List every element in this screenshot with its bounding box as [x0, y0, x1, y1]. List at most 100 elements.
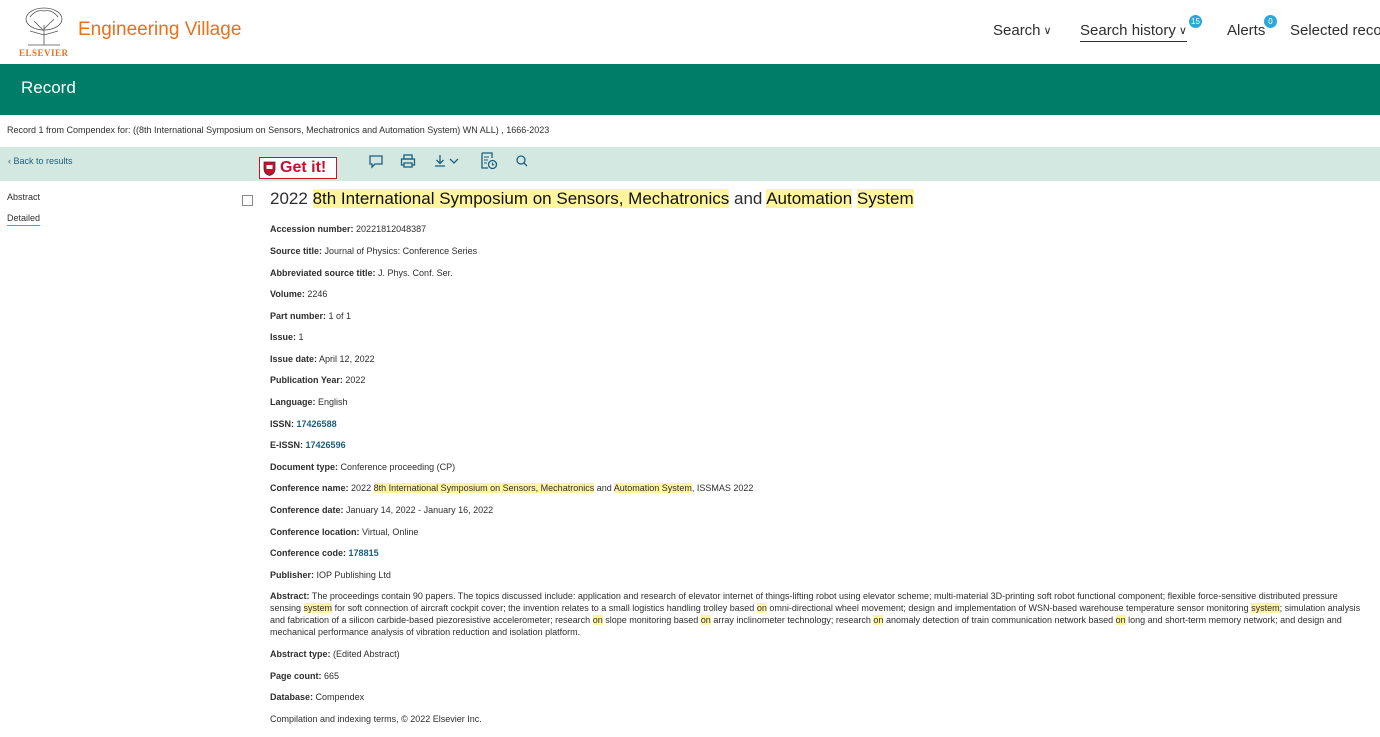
title-year: 2022	[270, 189, 308, 208]
field-label: E-ISSN:	[270, 440, 304, 450]
field-value: and	[596, 483, 612, 493]
field-source-title: Source title: Journal of Physics: Confer…	[270, 246, 477, 256]
field-label: Issue date:	[270, 354, 318, 364]
issn-link[interactable]: 17426588	[297, 419, 337, 429]
sidebar-item-abstract[interactable]: Abstract	[7, 192, 40, 202]
download-icon[interactable]	[433, 153, 463, 169]
field-label: Issue:	[270, 332, 297, 342]
field-value-highlight: 8th International Symposium on Sensors, …	[373, 483, 595, 493]
conference-code-link[interactable]: 178815	[349, 548, 379, 558]
title-highlight-1: 8th International Symposium on Sensors, …	[312, 189, 730, 208]
field-label: Conference name:	[270, 483, 349, 493]
nav-search-history[interactable]: Search history ∨	[1080, 22, 1187, 42]
field-value: April 12, 2022	[319, 354, 375, 364]
field-page-count: Page count: 665	[270, 671, 339, 681]
search-icon[interactable]	[514, 153, 530, 169]
field-conference-code: Conference code: 178815	[270, 548, 379, 558]
field-value: 2246	[307, 289, 328, 299]
field-value: Compendex	[315, 692, 365, 702]
field-value: 20221812048387	[356, 224, 427, 234]
shield-icon	[263, 161, 276, 176]
abstract-text: anomaly detection of train communication…	[885, 615, 1114, 625]
field-publication-year: Publication Year: 2022	[270, 375, 365, 385]
abstract-text: slope monitoring based	[605, 615, 699, 625]
title-highlight-3: System	[856, 189, 914, 208]
abstract-highlight: on	[756, 603, 767, 613]
field-value-highlight: Automation System	[613, 483, 692, 493]
field-part-number: Part number: 1 of 1	[270, 311, 351, 321]
field-document-type: Document type: Conference proceeding (CP…	[270, 462, 455, 472]
abstract-highlight: system	[1251, 603, 1280, 613]
field-conference-date: Conference date: January 14, 2022 - Janu…	[270, 505, 493, 515]
abstract-highlight: on	[1115, 615, 1126, 625]
field-value: 2022	[351, 483, 372, 493]
field-database: Database: Compendex	[270, 692, 364, 702]
field-label: Abstract type:	[270, 649, 331, 659]
field-e-issn: E-ISSN: 17426596	[270, 440, 346, 450]
field-label: Conference code:	[270, 548, 347, 558]
elsevier-logo-icon[interactable]	[20, 5, 68, 47]
field-issue-date: Issue date: April 12, 2022	[270, 354, 375, 364]
field-issn: ISSN: 17426588	[270, 419, 337, 429]
title-and: and	[734, 189, 763, 208]
field-value: J. Phys. Conf. Ser.	[378, 268, 453, 278]
nav-alerts[interactable]: Alerts	[1227, 22, 1265, 39]
chevron-down-icon: ∨	[1178, 25, 1187, 37]
nav-search-label: Search	[993, 22, 1041, 39]
field-label: Publication Year:	[270, 375, 343, 385]
abstract-text: for soft connection of aircraft cockpit …	[334, 603, 755, 613]
field-label: Conference date:	[270, 505, 344, 515]
field-value: Virtual, Online	[362, 527, 419, 537]
abstract-text: omni-directional wheel movement; design …	[769, 603, 1249, 613]
field-abbreviated-source-title: Abbreviated source title: J. Phys. Conf.…	[270, 268, 453, 278]
select-record-checkbox[interactable]	[242, 195, 253, 206]
field-label: Document type:	[270, 462, 339, 472]
field-issue: Issue: 1	[270, 332, 304, 342]
record-title: 2022 8th International Symposium on Sens…	[270, 189, 914, 209]
record-query-line: Record 1 from Compendex for: ((8th Inter…	[7, 125, 550, 135]
field-label: Page count:	[270, 671, 322, 681]
chevron-down-icon: ∨	[1043, 25, 1052, 37]
elsevier-wordmark: ELSEVIER	[19, 48, 69, 58]
alerts-count-badge: 0	[1264, 15, 1277, 28]
comment-icon[interactable]	[368, 153, 384, 169]
record-toolbar: ‹ Back to results Get it!	[0, 147, 1380, 181]
field-value: Conference proceeding (CP)	[340, 462, 456, 472]
copyright-notice: Compilation and indexing terms, © 2022 E…	[270, 714, 482, 724]
field-value: 1	[298, 332, 304, 342]
get-it-button[interactable]: Get it!	[259, 157, 337, 179]
abstract-highlight: system	[303, 603, 333, 613]
field-value: 2022	[345, 375, 366, 385]
field-value: 665	[324, 671, 340, 681]
nav-search-history-label: Search history	[1080, 22, 1176, 39]
abstract-text: array inclinometer technology; research	[713, 615, 871, 625]
page-band: Record	[0, 64, 1380, 115]
field-value: January 14, 2022 - January 16, 2022	[346, 505, 494, 515]
citation-icon[interactable]	[480, 152, 498, 170]
field-value: (Edited Abstract)	[333, 649, 400, 659]
field-abstract: Abstract: The proceedings contain 90 pap…	[270, 590, 1365, 638]
field-conference-name: Conference name: 2022 8th International …	[270, 483, 753, 493]
sidebar-item-detailed[interactable]: Detailed	[7, 213, 41, 226]
abstract-highlight: on	[873, 615, 884, 625]
field-label: Conference location:	[270, 527, 360, 537]
top-header: ELSEVIER Engineering Village Search ∨ Sea…	[0, 0, 1380, 64]
field-label: Database:	[270, 692, 314, 702]
nav-selected-records[interactable]: Selected recor	[1290, 22, 1380, 39]
print-icon[interactable]	[400, 153, 416, 169]
field-label: Volume:	[270, 289, 305, 299]
field-volume: Volume: 2246	[270, 289, 327, 299]
field-label: Abbreviated source title:	[270, 268, 376, 278]
abstract-highlight: on	[592, 615, 603, 625]
e-issn-link[interactable]: 17426596	[306, 440, 346, 450]
abstract-highlight: on	[700, 615, 711, 625]
field-label: ISSN:	[270, 419, 295, 429]
search-history-count-badge: 15	[1189, 15, 1202, 28]
back-to-results-link[interactable]: ‹ Back to results	[8, 156, 73, 166]
field-value: IOP Publishing Ltd	[316, 570, 391, 580]
field-label: Abstract:	[270, 591, 310, 601]
brand-title[interactable]: Engineering Village	[78, 19, 241, 41]
nav-search[interactable]: Search ∨	[993, 22, 1052, 39]
field-abstract-type: Abstract type: (Edited Abstract)	[270, 649, 400, 659]
field-conference-location: Conference location: Virtual, Online	[270, 527, 418, 537]
